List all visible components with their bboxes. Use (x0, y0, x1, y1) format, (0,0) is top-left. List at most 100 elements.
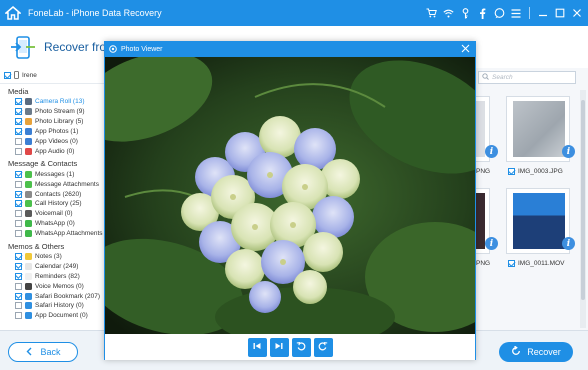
category-item[interactable]: Voicemail (0) (0, 209, 104, 219)
category-item[interactable]: Safari Bookmark (207) (0, 291, 104, 301)
category-label: WhatsApp (0) (35, 220, 75, 228)
viewer-title: Photo Viewer (121, 46, 163, 53)
scrollbar-thumb[interactable] (581, 100, 585, 300)
category-label: Voice Memos (0) (35, 282, 84, 290)
rotate-right-icon (318, 341, 328, 353)
device-row[interactable]: Irene (0, 68, 104, 84)
category-checkbox[interactable] (15, 210, 22, 218)
category-item[interactable]: App Videos (0) (0, 137, 104, 147)
file-label-2[interactable]: IMG_0003.JPG (508, 168, 563, 175)
app-title: FoneLab - iPhone Data Recovery (28, 8, 162, 18)
category-item[interactable]: Messages (1) (0, 169, 104, 179)
file-label-3[interactable]: PNG (476, 260, 490, 267)
category-item[interactable]: Call History (25) (0, 199, 104, 209)
rotate-left-icon (296, 341, 306, 353)
recover-button[interactable]: Recover (499, 342, 573, 362)
category-checkbox[interactable] (15, 292, 22, 300)
category-item[interactable]: App Document (0) (0, 311, 104, 321)
category-label: Photo Stream (9) (35, 108, 85, 116)
category-checkbox[interactable] (15, 272, 22, 280)
category-checkbox[interactable] (15, 118, 22, 126)
category-label: App Photos (1) (35, 128, 79, 136)
vertical-scrollbar[interactable] (580, 90, 586, 328)
category-item[interactable]: Voice Memos (0) (0, 281, 104, 291)
chat-icon[interactable] (492, 6, 506, 20)
back-arrow-icon (25, 347, 34, 358)
device-checkbox[interactable] (4, 72, 11, 79)
category-item[interactable]: App Photos (1) (0, 127, 104, 137)
category-checkbox[interactable] (15, 147, 22, 155)
category-icon (25, 292, 32, 300)
category-item[interactable]: Camera Roll (13) (0, 97, 104, 107)
category-checkbox[interactable] (15, 282, 22, 290)
cart-icon[interactable] (424, 6, 438, 20)
category-checkbox[interactable] (15, 128, 22, 136)
menu-icon[interactable] (509, 6, 523, 20)
minimize-icon[interactable] (536, 6, 550, 20)
category-label: Message Attachments (35, 180, 99, 188)
category-checkbox[interactable] (15, 138, 22, 145)
category-checkbox[interactable] (15, 180, 22, 188)
category-group-title: Message & Contacts (8, 159, 78, 169)
category-item[interactable]: Calendar (249) (0, 261, 104, 271)
category-label: App Document (0) (35, 312, 88, 320)
category-checkbox[interactable] (15, 262, 22, 270)
rotate-left-button[interactable] (291, 337, 311, 357)
category-checkbox[interactable] (15, 312, 22, 320)
category-checkbox[interactable] (15, 230, 22, 238)
category-checkbox[interactable] (15, 302, 22, 310)
search-input[interactable]: Search (478, 71, 576, 84)
info-icon[interactable]: i (562, 237, 575, 250)
category-item[interactable]: Photo Stream (9) (0, 107, 104, 117)
category-groups: Media Camera Roll (13) Photo Stream (9) Pho… (0, 84, 104, 321)
category-icon (25, 180, 32, 188)
category-item[interactable]: App Audio (0) (0, 146, 104, 156)
category-label: App Videos (0) (35, 138, 78, 145)
category-item[interactable]: Notes (3) (0, 252, 104, 262)
back-button[interactable]: Back (8, 342, 78, 362)
first-photo-button[interactable] (247, 337, 267, 357)
category-checkbox[interactable] (15, 108, 22, 116)
next-photo-button[interactable] (269, 337, 289, 357)
category-icon (25, 253, 32, 261)
category-item[interactable]: WhatsApp Attachments (0, 229, 104, 239)
category-checkbox[interactable] (15, 253, 22, 261)
maximize-icon[interactable] (553, 6, 567, 20)
file-checkbox[interactable] (508, 260, 515, 267)
info-icon[interactable]: i (562, 145, 575, 158)
facebook-icon[interactable] (475, 6, 489, 20)
file-thumb-2[interactable] (506, 96, 570, 162)
category-checkbox[interactable] (15, 170, 22, 178)
rotate-right-button[interactable] (313, 337, 333, 357)
category-icon (25, 118, 32, 126)
info-icon[interactable]: i (485, 237, 498, 250)
category-item[interactable]: Contacts (2620) (0, 189, 104, 199)
close-icon[interactable] (570, 6, 584, 20)
viewer-controls (105, 334, 475, 360)
category-icon (25, 190, 32, 198)
file-label-4[interactable]: IMG_0011.MOV (508, 260, 564, 267)
file-label-1[interactable]: PNG (476, 168, 490, 175)
thumb-image (513, 101, 565, 157)
category-checkbox[interactable] (15, 220, 22, 228)
home-icon[interactable] (0, 0, 26, 26)
category-checkbox[interactable] (15, 98, 22, 106)
viewer-logo-icon (109, 44, 117, 55)
category-item[interactable]: Message Attachments (0, 179, 104, 189)
category-checkbox[interactable] (15, 200, 22, 208)
category-label: App Audio (0) (35, 147, 75, 155)
category-label: Messages (1) (35, 170, 75, 178)
file-checkbox[interactable] (508, 168, 515, 175)
category-checkbox[interactable] (15, 190, 22, 198)
viewer-close-icon[interactable] (460, 44, 471, 55)
info-icon[interactable]: i (485, 145, 498, 158)
category-item[interactable]: WhatsApp (0) (0, 219, 104, 229)
category-item[interactable]: Reminders (82) (0, 271, 104, 281)
category-label: Contacts (2620) (35, 190, 82, 198)
category-item[interactable]: Safari History (0) (0, 301, 104, 311)
wifi-icon[interactable] (441, 6, 455, 20)
category-label: WhatsApp Attachments (35, 230, 103, 238)
category-item[interactable]: Photo Library (5) (0, 117, 104, 127)
file-thumb-4[interactable] (506, 188, 570, 254)
key-icon[interactable] (458, 6, 472, 20)
